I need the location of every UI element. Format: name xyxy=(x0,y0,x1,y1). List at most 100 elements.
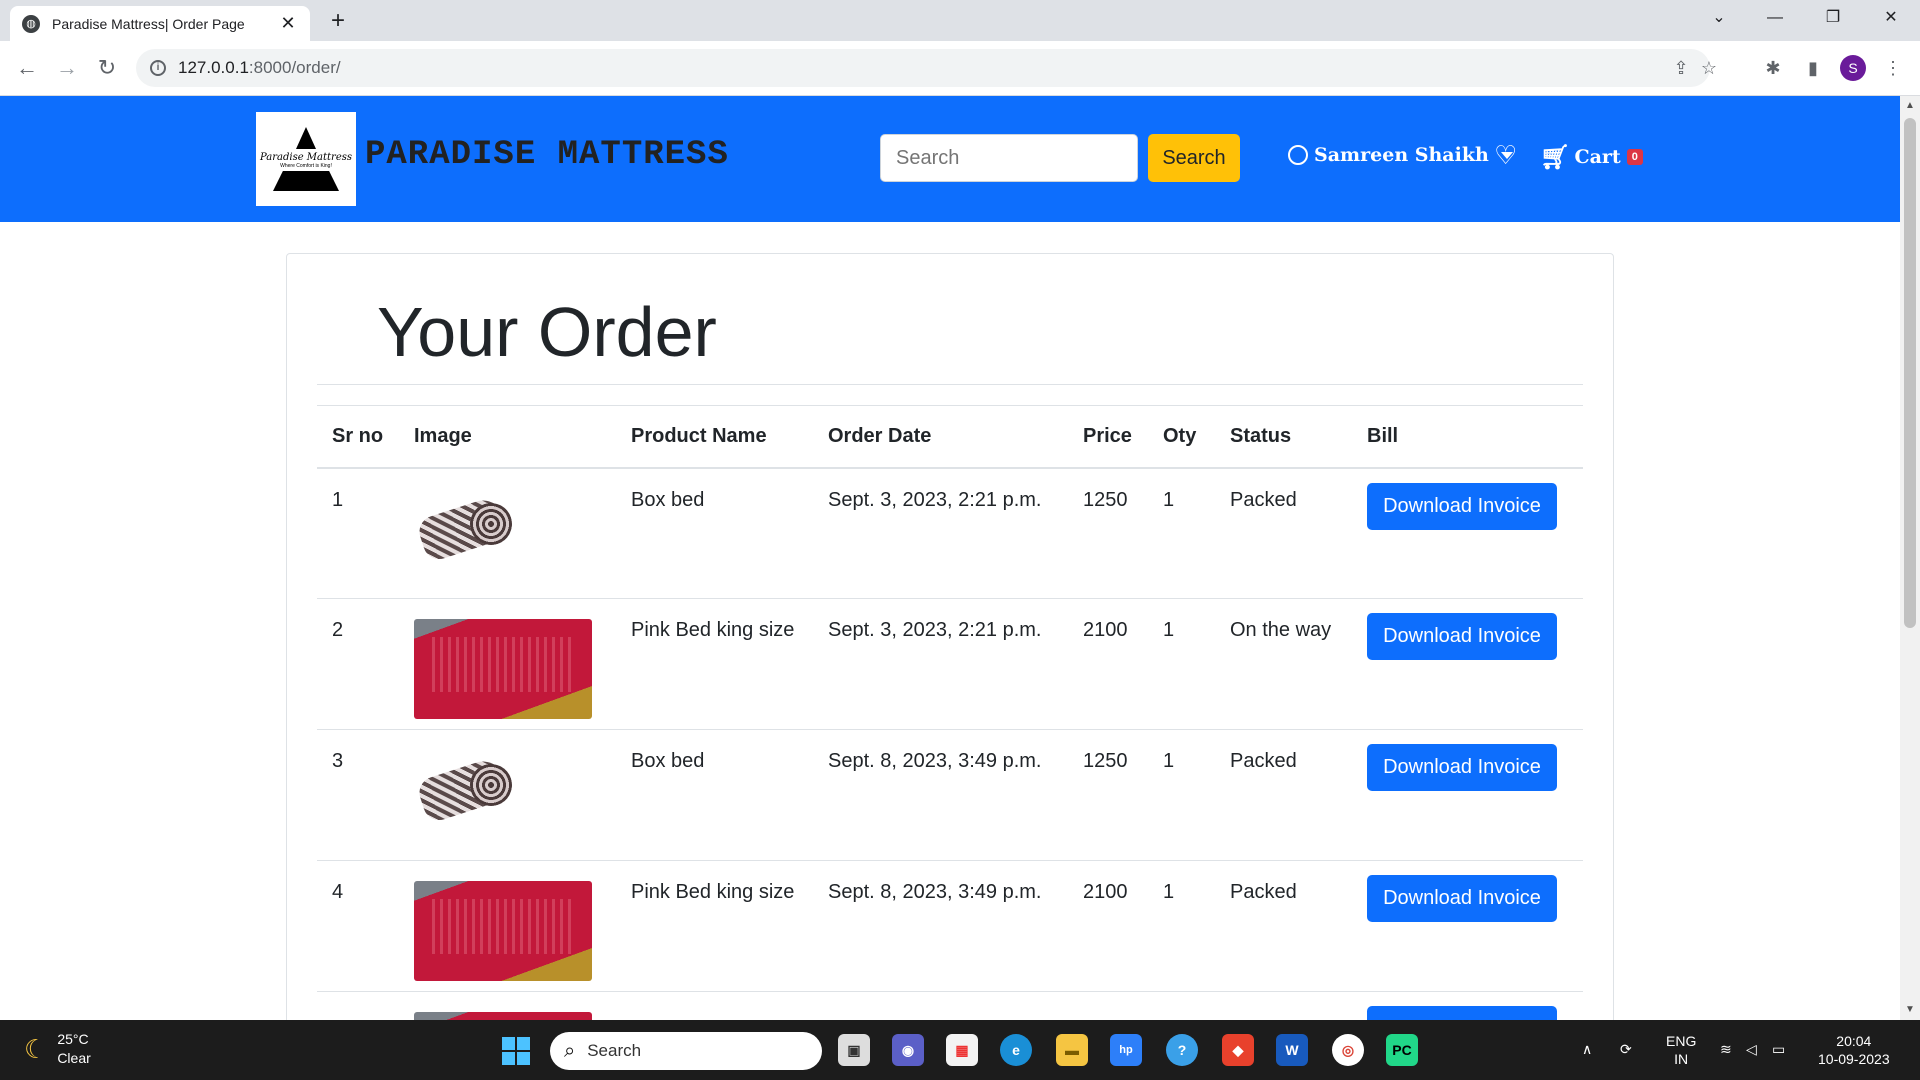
battery-icon[interactable]: ▭ xyxy=(1772,1040,1785,1058)
tray-overflow-icon[interactable]: ∧ xyxy=(1582,1040,1592,1058)
cell-date: Sept. 3, 2023, 2:21 p.m. xyxy=(813,467,1068,599)
logo-triangle xyxy=(296,127,316,149)
cart-label: Cart xyxy=(1574,145,1621,168)
sync-icon[interactable]: ⟳ xyxy=(1620,1040,1632,1058)
browser-tab[interactable]: ◍ Paradise Mattress| Order Page ✕ xyxy=(10,6,310,41)
cell-bill: Download Invoice xyxy=(1352,729,1583,861)
cart-count-badge: 0 xyxy=(1626,148,1643,165)
close-tab-icon[interactable]: ✕ xyxy=(278,13,298,34)
store-icon[interactable]: ▦ xyxy=(946,1034,978,1066)
order-card: Your Order Sr no Image Product Name Orde… xyxy=(286,253,1614,1020)
site-info-icon[interactable]: i xyxy=(150,60,166,76)
col-status: Status xyxy=(1215,405,1352,469)
language-indicator[interactable]: ENG IN xyxy=(1666,1032,1696,1068)
minimize-button[interactable]: — xyxy=(1752,0,1798,36)
close-window-button[interactable]: ✕ xyxy=(1868,0,1914,36)
product-image-pink-bed[interactable] xyxy=(414,619,592,719)
cell-price: 2100 xyxy=(1068,598,1148,730)
cell-sr: 4 xyxy=(317,860,399,992)
volume-icon[interactable]: ◁ xyxy=(1746,1040,1757,1058)
page-scrollbar[interactable]: ▲ ▼ xyxy=(1900,96,1920,1020)
table-row: 3 Box bed Sept. 8, 2023, 3:49 p.m. 1250 … xyxy=(317,729,1583,861)
task-view-icon[interactable]: ▣ xyxy=(838,1034,870,1066)
cell-sr: 1 xyxy=(317,467,399,599)
search-input[interactable] xyxy=(880,134,1138,182)
address-bar[interactable]: i 127.0.0.1:8000/order/ ⇪ ☆ xyxy=(136,49,1717,87)
cell-bill: Download Invoice xyxy=(1352,467,1583,599)
site-navbar: Paradise Mattress Where Comfort is King!… xyxy=(0,96,1900,222)
back-button[interactable]: ← xyxy=(12,53,42,83)
table-row: 4 Pink Bed king size Sept. 8, 2023, 3:49… xyxy=(317,860,1583,992)
brand-title[interactable]: PARADISE MATTRESS xyxy=(365,136,729,174)
profile-avatar[interactable]: S xyxy=(1840,55,1866,81)
chrome-icon[interactable]: ◎ xyxy=(1332,1034,1364,1066)
wifi-icon[interactable]: ≋ xyxy=(1720,1040,1732,1058)
help-icon[interactable]: ? xyxy=(1166,1034,1198,1066)
cell-status: On the way xyxy=(1215,598,1352,730)
wishlist-heart-icon[interactable]: ♡ xyxy=(1494,140,1517,171)
search-button[interactable]: Search xyxy=(1148,134,1240,182)
download-invoice-button[interactable]: Download Invoice xyxy=(1367,613,1557,660)
menu-kebab-icon[interactable]: ⋮ xyxy=(1880,55,1906,81)
cell-product: Pink Bed king size xyxy=(616,860,813,992)
new-tab-button[interactable]: + xyxy=(322,6,354,38)
url-host: 127.0.0.1 xyxy=(178,58,249,77)
teams-icon[interactable]: ◉ xyxy=(892,1034,924,1066)
time: 20:04 xyxy=(1836,1033,1872,1049)
download-invoice-button[interactable]: Download Invoice xyxy=(1367,875,1557,922)
file-explorer-icon[interactable]: ▬ xyxy=(1056,1034,1088,1066)
scroll-down-arrow[interactable]: ▼ xyxy=(1904,1004,1916,1016)
site-logo[interactable]: Paradise Mattress Where Comfort is King! xyxy=(256,112,356,206)
cell-sr: 3 xyxy=(317,729,399,861)
taskbar-search-label: Search xyxy=(587,1041,642,1060)
windows-start-icon[interactable] xyxy=(502,1037,530,1065)
product-image-pink-bed[interactable] xyxy=(414,881,592,981)
cell-image xyxy=(399,598,616,730)
cell-date: Sept. 8, 2023, 3:49 p.m. xyxy=(813,860,1068,992)
download-invoice-button[interactable]: Download Invoice xyxy=(1367,744,1557,791)
globe-icon: ◍ xyxy=(22,14,40,33)
user-dropdown[interactable]: Samreen Shaikh xyxy=(1288,144,1513,166)
reload-button[interactable]: ↻ xyxy=(92,53,122,83)
side-panel-icon[interactable]: ▮ xyxy=(1800,55,1826,81)
download-invoice-button[interactable]: Download Invoice xyxy=(1367,482,1557,530)
bookmark-star-icon[interactable]: ☆ xyxy=(1698,57,1720,79)
pycharm-icon[interactable]: PC xyxy=(1386,1034,1418,1066)
word-icon[interactable]: W xyxy=(1276,1034,1308,1066)
taskbar-search[interactable]: ⌕ Search xyxy=(550,1032,822,1070)
weather-widget[interactable]: ☾ 25°C Clear xyxy=(24,1030,91,1068)
myhp-icon[interactable]: hp xyxy=(1110,1034,1142,1066)
cell-price: 1250 xyxy=(1068,729,1148,861)
browser-tab-strip: ◍ Paradise Mattress| Order Page ✕ + ⌄ — … xyxy=(0,0,1920,41)
scroll-up-arrow[interactable]: ▲ xyxy=(1904,100,1916,112)
product-image-rolled-mattress[interactable] xyxy=(414,488,518,569)
cell-status: Packed xyxy=(1215,860,1352,992)
col-image: Image xyxy=(399,405,616,469)
col-bill: Bill xyxy=(1352,405,1583,469)
weather-temp: 25°C xyxy=(57,1031,89,1047)
restore-button[interactable]: ❐ xyxy=(1810,0,1856,36)
cart-link[interactable]: 🛒︎ Cart 0 xyxy=(1540,142,1643,171)
table-row: 1 Box bed Sept. 3, 2023, 2:21 p.m. 1250 … xyxy=(317,467,1583,599)
cell-image xyxy=(399,860,616,992)
cell-qty: 1 xyxy=(1148,729,1215,861)
product-image-pink-bed[interactable] xyxy=(414,1012,592,1020)
cell-qty: 1 xyxy=(1148,860,1215,992)
scrollbar-thumb[interactable] xyxy=(1904,118,1916,628)
share-icon[interactable]: ⇪ xyxy=(1670,57,1692,79)
anydesk-icon[interactable]: ◆ xyxy=(1222,1034,1254,1066)
cell-bill: Download Invoice xyxy=(1352,598,1583,730)
clock[interactable]: 20:04 10-09-2023 xyxy=(1818,1032,1890,1068)
tab-search-icon[interactable]: ⌄ xyxy=(1696,0,1742,36)
cell-price: 1250 xyxy=(1068,467,1148,599)
product-image-rolled-mattress[interactable] xyxy=(414,750,518,830)
download-invoice-button[interactable] xyxy=(1367,1006,1557,1020)
user-circle-icon xyxy=(1288,145,1308,165)
tab-title: Paradise Mattress| Order Page xyxy=(52,15,245,32)
forward-button[interactable]: → xyxy=(52,53,82,83)
extensions-icon[interactable]: ✱ xyxy=(1760,55,1786,81)
cell-status: Packed xyxy=(1215,467,1352,599)
browser-toolbar: ← → ↻ i 127.0.0.1:8000/order/ ⇪ ☆ ✱ ▮ S … xyxy=(0,41,1920,96)
edge-icon[interactable]: e xyxy=(1000,1034,1032,1066)
cell-product: Box bed xyxy=(616,467,813,599)
